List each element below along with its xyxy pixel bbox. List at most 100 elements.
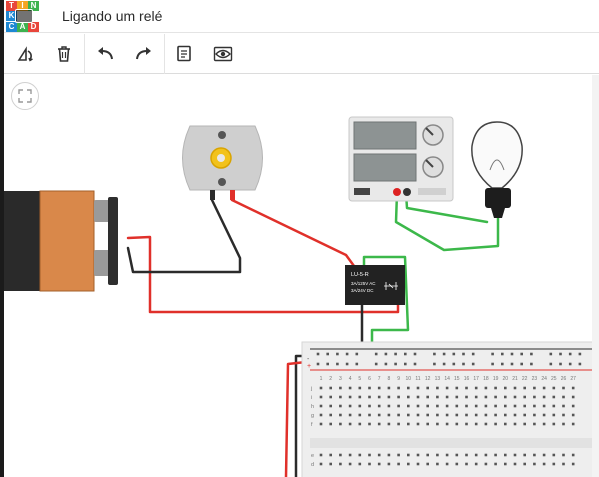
breadboard-hole[interactable] [407,386,410,390]
breadboard-hole[interactable] [358,462,362,466]
breadboard-hole[interactable] [445,395,449,399]
breadboard-hole[interactable] [552,422,556,426]
breadboard-hole[interactable] [329,422,332,426]
relay[interactable]: LU-5-R 3A/125V AC 3A/24V DC [345,265,405,305]
breadboard-hole[interactable] [387,422,391,426]
breadboard-hole[interactable] [484,462,488,466]
breadboard-hole[interactable] [474,386,478,390]
breadboard-hole[interactable] [513,453,517,457]
breadboard-hole[interactable] [542,453,546,457]
breadboard-hole[interactable] [494,404,497,408]
breadboard-hole[interactable] [533,422,536,426]
breadboard-hole[interactable] [416,404,420,408]
breadboard-hole[interactable] [542,422,546,426]
breadboard-hole[interactable] [416,413,420,417]
breadboard-hole[interactable] [319,395,323,399]
breadboard-hole[interactable] [552,404,556,408]
breadboard-hole[interactable] [523,386,526,390]
breadboard-hole[interactable] [426,453,429,457]
breadboard-hole[interactable] [436,413,439,417]
rail-hole[interactable] [491,352,494,356]
breadboard-hole[interactable] [533,386,536,390]
breadboard-hole[interactable] [416,386,420,390]
battery[interactable] [4,190,118,292]
breadboard-hole[interactable] [523,462,526,466]
rail-hole[interactable] [442,362,446,366]
breadboard-hole[interactable] [552,395,556,399]
breadboard-hole[interactable] [523,395,526,399]
notes-button[interactable] [168,38,200,70]
breadboard-hole[interactable] [377,413,381,417]
power-supply[interactable] [348,116,454,202]
breadboard-hole[interactable] [571,413,575,417]
canvas-scroll-edge[interactable] [592,75,599,477]
breadboard-hole[interactable] [523,413,526,417]
rail-hole[interactable] [549,362,553,366]
breadboard-hole[interactable] [426,404,429,408]
breadboard-hole[interactable] [504,462,507,466]
breadboard-hole[interactable] [368,395,371,399]
rail-hole[interactable] [471,362,475,366]
rail-hole[interactable] [404,352,407,356]
breadboard-hole[interactable] [571,453,575,457]
rail-hole[interactable] [394,352,397,356]
breadboard-hole[interactable] [484,453,488,457]
rail-hole[interactable] [578,352,582,356]
breadboard-hole[interactable] [562,395,565,399]
breadboard-hole[interactable] [571,404,575,408]
breadboard-hole[interactable] [484,413,488,417]
breadboard-hole[interactable] [465,422,468,426]
breadboard-hole[interactable] [319,413,323,417]
breadboard-hole[interactable] [513,395,517,399]
breadboard-hole[interactable] [416,422,420,426]
breadboard-hole[interactable] [319,453,323,457]
breadboard-hole[interactable] [348,404,352,408]
breadboard-hole[interactable] [416,462,420,466]
breadboard-hole[interactable] [319,386,323,390]
breadboard-hole[interactable] [533,404,536,408]
breadboard-hole[interactable] [397,386,400,390]
breadboard-hole[interactable] [552,462,556,466]
rail-hole[interactable] [520,362,523,366]
breadboard-hole[interactable] [465,453,468,457]
breadboard-hole[interactable] [339,453,342,457]
rail-hole[interactable] [559,362,562,366]
breadboard-hole[interactable] [474,395,478,399]
breadboard-hole[interactable] [387,386,391,390]
breadboard-hole[interactable] [533,462,536,466]
rail-hole[interactable] [433,352,436,356]
breadboard-hole[interactable] [348,395,352,399]
breadboard-hole[interactable] [426,462,429,466]
breadboard-hole[interactable] [445,386,449,390]
rail-hole[interactable] [491,362,494,366]
breadboard-hole[interactable] [377,422,381,426]
breadboard-hole[interactable] [465,404,468,408]
breadboard-hole[interactable] [397,404,400,408]
breadboard-hole[interactable] [562,462,565,466]
rail-hole[interactable] [510,362,514,366]
breadboard-hole[interactable] [407,453,410,457]
breadboard-hole[interactable] [484,386,488,390]
breadboard-hole[interactable] [339,413,342,417]
breadboard-hole[interactable] [368,422,371,426]
breadboard-hole[interactable] [552,413,556,417]
breadboard-hole[interactable] [562,413,565,417]
breadboard-hole[interactable] [436,453,439,457]
breadboard-hole[interactable] [329,404,332,408]
rail-hole[interactable] [316,352,320,356]
breadboard-hole[interactable] [358,386,362,390]
breadboard-hole[interactable] [504,422,507,426]
breadboard-hole[interactable] [368,386,371,390]
circuit-canvas[interactable]: LU-5-R 3A/125V AC 3A/24V DC - + 12345678… [4,75,599,477]
breadboard-hole[interactable] [329,386,332,390]
breadboard-hole[interactable] [542,395,546,399]
breadboard-hole[interactable] [513,413,517,417]
breadboard-hole[interactable] [377,453,381,457]
rail-hole[interactable] [413,352,417,356]
rail-hole[interactable] [316,362,320,366]
breadboard-hole[interactable] [465,386,468,390]
breadboard-hole[interactable] [455,413,459,417]
rail-hole[interactable] [501,362,504,366]
breadboard-hole[interactable] [416,395,420,399]
rail-hole[interactable] [549,352,553,356]
